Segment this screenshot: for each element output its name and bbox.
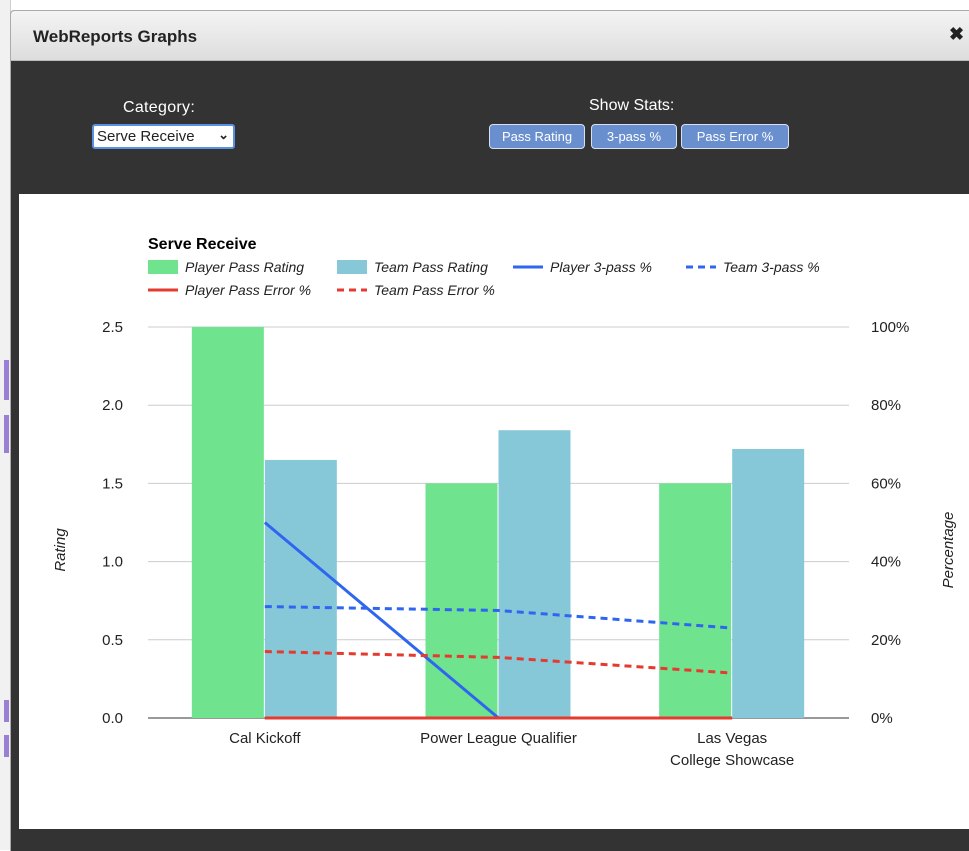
category-select[interactable]: Serve Receive ⌄	[92, 124, 235, 149]
category-select-value: Serve Receive	[97, 128, 195, 145]
y-right-tick-label: 0%	[871, 710, 893, 727]
bar	[191, 327, 264, 718]
chevron-down-icon: ⌄	[218, 127, 229, 142]
y-right-axis-title: Percentage	[940, 512, 957, 589]
y-right-tick-label: 100%	[871, 319, 909, 336]
x-tick-label: Power League Qualifier	[420, 730, 577, 747]
y-right-tick-label: 60%	[871, 475, 901, 492]
y-left-tick-label: 2.0	[102, 397, 123, 414]
y-left-tick-label: 1.5	[102, 475, 123, 492]
dialog-footer	[11, 829, 969, 851]
x-tick-label: Cal Kickoff	[229, 730, 301, 747]
bar	[264, 459, 337, 718]
legend-label: Team 3-pass %	[723, 259, 820, 275]
bar	[659, 483, 732, 718]
chart-title: Serve Receive	[148, 236, 257, 253]
bar	[498, 430, 571, 718]
bar	[732, 448, 805, 718]
bars	[191, 327, 805, 718]
close-icon[interactable]: ✖	[949, 24, 964, 45]
legend-label: Player Pass Error %	[185, 282, 311, 298]
y-left-tick-label: 2.5	[102, 319, 123, 336]
background-marker	[4, 360, 9, 400]
chart-area: Serve Receive Player Pass Rating Team Pas…	[19, 194, 969, 829]
legend-label: Team Pass Error %	[374, 282, 495, 298]
show-stats-label: Show Stats:	[589, 97, 675, 114]
y-right-tick-label: 20%	[871, 632, 901, 649]
legend-label: Player 3-pass %	[550, 259, 652, 275]
y-right-tick-label: 80%	[871, 397, 901, 414]
y-right-tick-label: 40%	[871, 554, 901, 571]
legend-swatch	[148, 260, 178, 274]
legend-swatch	[337, 260, 367, 274]
webreports-dialog: WebReports Graphs ✖ Category: Serve Rece…	[10, 10, 969, 851]
pass-rating-button[interactable]: Pass Rating	[489, 124, 585, 149]
three-pass-button[interactable]: 3-pass %	[591, 124, 677, 149]
legend: Player Pass Rating Team Pass Rating Player…	[148, 259, 820, 298]
background-marker	[4, 700, 9, 722]
pass-error-button[interactable]: Pass Error %	[681, 124, 789, 149]
y-left-tick-label: 0.5	[102, 632, 123, 649]
legend-label: Team Pass Rating	[374, 259, 488, 275]
background-marker	[4, 735, 9, 757]
y-left-tick-label: 0.0	[102, 710, 123, 727]
bar	[425, 483, 498, 718]
x-tick-label: College Showcase	[670, 752, 794, 769]
dialog-title: WebReports Graphs	[33, 27, 198, 46]
dialog-titlebar[interactable]: WebReports Graphs ✖	[11, 11, 969, 61]
background-marker	[4, 415, 9, 453]
x-tick-label: Las Vegas	[697, 730, 767, 747]
legend-label: Player Pass Rating	[185, 259, 304, 275]
y-left-tick-label: 1.0	[102, 554, 123, 571]
chart-svg: Serve Receive Player Pass Rating Team Pas…	[52, 236, 957, 769]
y-left-axis-title: Rating	[52, 528, 69, 572]
category-label: Category:	[123, 99, 196, 116]
